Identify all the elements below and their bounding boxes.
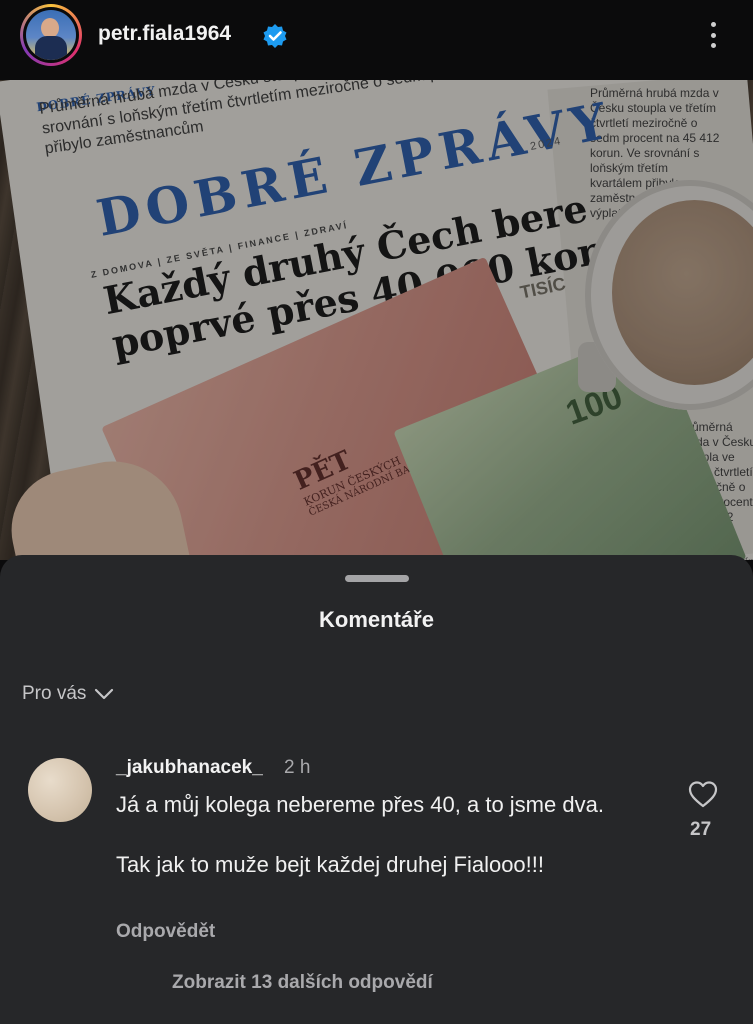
heart-icon[interactable] xyxy=(688,780,718,808)
post-username[interactable]: petr.fiala1964 xyxy=(98,22,231,46)
post-image[interactable]: Průměrná hrubá mzda v Česku stoupla ve t… xyxy=(0,80,753,560)
comment-timestamp: 2 h xyxy=(284,757,311,778)
sheet-title: Komentáře xyxy=(319,607,434,632)
view-more-replies-button[interactable]: Zobrazit 13 dalších odpovědí xyxy=(172,972,433,994)
comment-username[interactable]: _jakubhanacek_ xyxy=(116,757,263,779)
more-options-button[interactable] xyxy=(700,18,726,52)
like-count: 27 xyxy=(690,819,712,840)
comments-sheet: Komentáře Pro vás _jakubhanacek_ 2 h Já … xyxy=(0,555,753,1024)
comments-filter-dropdown[interactable]: Pro vás xyxy=(22,683,114,705)
avatar-body xyxy=(35,36,67,60)
image-dim-overlay xyxy=(0,80,753,560)
sheet-drag-handle[interactable] xyxy=(345,575,409,582)
more-dot xyxy=(710,43,716,48)
reply-button[interactable]: Odpovědět xyxy=(116,921,215,943)
comment-text: Já a můj kolega nebereme přes 40, a to j… xyxy=(116,792,604,877)
profile-avatar[interactable] xyxy=(20,4,82,66)
avatar-image xyxy=(26,10,76,60)
more-dot xyxy=(710,32,716,38)
post-header: petr.fiala1964 xyxy=(0,0,753,80)
comment-avatar[interactable] xyxy=(28,758,92,822)
chevron-down-icon xyxy=(95,688,114,700)
avatar-inner xyxy=(23,7,79,63)
filter-label: Pro vás xyxy=(22,683,87,704)
avatar-face xyxy=(41,18,59,38)
more-vertical-icon xyxy=(710,22,716,27)
verified-badge-icon xyxy=(263,24,287,48)
